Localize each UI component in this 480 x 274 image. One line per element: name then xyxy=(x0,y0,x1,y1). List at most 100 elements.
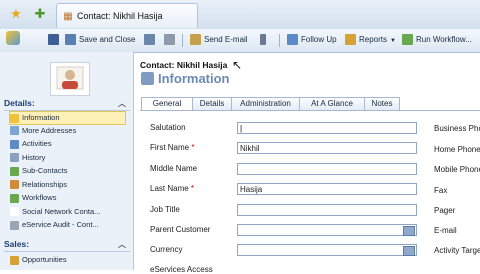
edit-button[interactable] xyxy=(144,33,158,47)
field-label-text: Last Name xyxy=(150,184,189,193)
nav-item[interactable]: Workflows xyxy=(10,192,125,204)
text-caret: | xyxy=(240,124,243,133)
field-label-text: Middle Name xyxy=(150,164,198,173)
tab-details[interactable]: Details xyxy=(192,97,232,111)
field-label: Job Title xyxy=(150,205,180,214)
field-label: Middle Name xyxy=(150,164,197,173)
nav-item[interactable]: More Addresses xyxy=(10,125,125,137)
nav-item-label: More Addresses xyxy=(22,125,77,135)
page-icon: ▦ xyxy=(63,11,73,22)
run-workflow-label: Run Workflow... xyxy=(416,35,472,44)
reports-label: Reports xyxy=(359,35,388,44)
right-field-label: Mobile Phone xyxy=(434,165,480,174)
edit-icon xyxy=(144,34,155,46)
paperclip-icon xyxy=(260,34,266,46)
right-field-label: Fax xyxy=(434,186,448,195)
workflow-icon xyxy=(402,34,413,46)
first-name-input[interactable]: Nikhil xyxy=(237,142,417,154)
follow-up-icon xyxy=(287,34,298,46)
tab-at-a-glance[interactable]: At A Glance xyxy=(299,97,365,111)
nav-item-icon xyxy=(10,113,19,123)
nav-item-label: Information xyxy=(22,113,60,122)
save-close-label: Save and Close xyxy=(79,35,136,44)
input-value: Nikhil xyxy=(240,144,260,153)
contact-photo xyxy=(50,62,90,96)
field-label: Parent Customer xyxy=(150,225,210,234)
dropdown-arrow-icon: ▼ xyxy=(390,38,396,44)
follow-up-button[interactable]: Follow Up xyxy=(287,33,337,47)
toolbar-separator xyxy=(182,34,183,47)
collapse-chevron-icon[interactable]: ︿ xyxy=(118,238,126,251)
nav-item[interactable]: Opportunities xyxy=(10,254,125,266)
sales-section-header[interactable]: Sales: ︿ xyxy=(4,238,130,252)
send-email-button[interactable]: Send E-mail xyxy=(190,33,248,47)
nav-item[interactable]: Relationships xyxy=(10,179,125,191)
reports-icon xyxy=(345,34,356,46)
required-marker: * xyxy=(188,184,195,193)
nav-item-label: History xyxy=(22,152,46,162)
middle-name-input[interactable] xyxy=(237,163,417,175)
send-email-label: Send E-mail xyxy=(204,35,248,44)
nav-item[interactable]: Information xyxy=(9,111,126,125)
nav-item-label: Social Network Conta... xyxy=(22,206,101,216)
nav-item-label: eService Audit - Cont... xyxy=(22,220,99,229)
nav-item[interactable]: eService Audit - Cont... xyxy=(10,219,125,231)
salutation-input[interactable]: | xyxy=(237,122,417,134)
right-field-label: Activity Target xyxy=(434,246,480,255)
nav-item-icon xyxy=(10,220,19,230)
title-bar: ★ ✚ ▦ Contact: Nikhil Hasija xyxy=(0,0,480,30)
sales-header-label: Sales: xyxy=(4,239,30,249)
job-title-input[interactable] xyxy=(237,204,417,216)
save-and-close-button[interactable]: Save and Close xyxy=(65,33,135,47)
attach-button[interactable] xyxy=(260,33,269,47)
required-marker: * xyxy=(189,143,195,152)
window-tab[interactable]: ▦ Contact: Nikhil Hasija xyxy=(56,3,198,28)
field-label-text: First Name xyxy=(150,143,190,152)
general-form: Salutation | First Name * Nikhil Middle Name… xyxy=(140,110,480,274)
nav-item-label: Relationships xyxy=(22,179,68,189)
right-field-label: Home Phone xyxy=(434,145,480,154)
last-name-input[interactable]: Hasija xyxy=(237,183,417,195)
run-workflow-button[interactable]: Run Workflow... xyxy=(402,33,472,47)
toolbar-separator xyxy=(279,34,280,47)
follow-up-label: Follow Up xyxy=(301,35,337,44)
field-label: Last Name * xyxy=(150,184,194,193)
nav-item[interactable]: Social Network Conta... xyxy=(10,206,125,218)
save-button[interactable] xyxy=(48,33,62,47)
lookup-icon[interactable] xyxy=(403,246,415,256)
nav-item-icon xyxy=(10,126,19,136)
nav-item-icon xyxy=(10,193,19,203)
toolbar: Save and Close Send E-mail Follow Up Rep… xyxy=(0,29,480,53)
nav-item-icon xyxy=(10,139,19,149)
currency-input[interactable] xyxy=(237,244,417,256)
tab-notes[interactable]: Notes xyxy=(364,97,400,111)
collapse-chevron-icon[interactable]: ︿ xyxy=(118,97,126,110)
nav-item-label: Sub-Contacts xyxy=(22,166,68,175)
tab-administration[interactable]: Administration xyxy=(231,97,300,111)
favorites-star-icon[interactable]: ★ xyxy=(9,7,23,21)
field-label: First Name * xyxy=(150,143,194,152)
field-label-text: Parent Customer xyxy=(150,225,211,234)
nav-item-label: Opportunities xyxy=(22,255,67,264)
input-value: Hasija xyxy=(240,185,263,194)
nav-item-icon xyxy=(10,207,19,217)
nav-item-label: Activities xyxy=(22,139,52,148)
opportunities-icon xyxy=(10,255,19,265)
crm-logo-icon xyxy=(6,31,23,45)
details-header-label: Details: xyxy=(4,98,35,108)
left-navigation: Details: ︿ Information More Addresses Acti… xyxy=(0,52,134,270)
right-field-label: Business Phone xyxy=(434,124,480,133)
nav-item[interactable]: Activities xyxy=(10,138,125,150)
nav-item[interactable]: Sub-Contacts xyxy=(10,165,125,177)
section-title: Information xyxy=(141,71,230,86)
add-favorites-icon[interactable]: ✚ xyxy=(33,7,47,21)
details-section-header[interactable]: Details: ︿ xyxy=(4,97,130,111)
print-button[interactable] xyxy=(164,33,178,47)
parent-customer-input[interactable] xyxy=(237,224,417,236)
lookup-icon[interactable] xyxy=(403,226,415,236)
window-title: Contact: Nikhil Hasija xyxy=(77,11,163,21)
information-icon xyxy=(141,72,154,85)
reports-button[interactable]: Reports ▼ xyxy=(345,33,396,47)
nav-item[interactable]: History xyxy=(10,152,125,164)
field-label-text: Currency xyxy=(150,245,183,254)
